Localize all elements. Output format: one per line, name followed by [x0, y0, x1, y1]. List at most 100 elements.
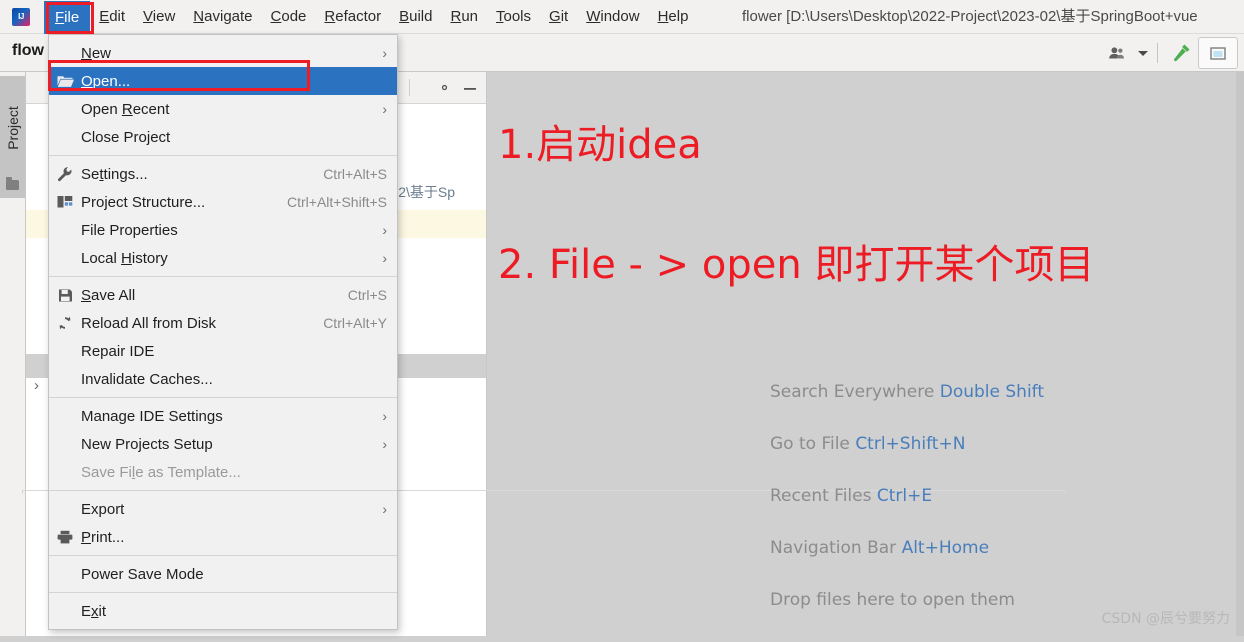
menu-item-label: New Projects Setup	[81, 435, 213, 453]
menubar-item-edit[interactable]: Edit	[90, 4, 134, 30]
toolbar-divider	[1157, 43, 1158, 63]
hint-action: Navigation Bar	[770, 538, 902, 558]
menubar-item-view[interactable]: View	[134, 4, 184, 30]
menubar-item-label: Git	[549, 8, 569, 25]
menubar-item-label: Help	[657, 8, 689, 25]
menu-item-invalidate-caches[interactable]: Invalidate Caches...	[49, 365, 397, 393]
menu-item-new-projects-setup[interactable]: New Projects Setup ›	[49, 430, 397, 458]
keyboard-hints-list: Search Everywhere Double Shift Go to File…	[770, 382, 1044, 642]
menu-item-shortcut: Ctrl+S	[347, 287, 387, 303]
wrench-icon	[49, 166, 81, 182]
hint-action: Search Everywhere	[770, 382, 940, 402]
menu-item-manage-ide-settings[interactable]: Manage IDE Settings ›	[49, 402, 397, 430]
menu-item-repair-ide[interactable]: Repair IDE	[49, 337, 397, 365]
user-account-icon[interactable]	[1101, 38, 1135, 68]
menu-item-open-recent[interactable]: Open Recent ›	[49, 95, 397, 123]
menubar-item-navigate[interactable]: Navigate	[184, 4, 261, 30]
menu-item-label: Settings...	[81, 165, 148, 183]
title-bar: File Edit View Navigate Code Refactor Build Run…	[0, 0, 1244, 34]
gear-icon[interactable]	[437, 80, 452, 95]
menu-item-file-properties[interactable]: File Properties ›	[49, 216, 397, 244]
menu-separator	[49, 592, 397, 593]
menu-separator	[49, 555, 397, 556]
menu-item-reload-all-from-disk[interactable]: Reload All from Disk Ctrl+Alt+Y	[49, 309, 397, 337]
chevron-down-icon[interactable]	[1135, 38, 1151, 68]
menubar-item-file[interactable]: File	[44, 0, 91, 34]
menu-item-label: Export	[81, 500, 125, 518]
sidebar-item-project[interactable]: Project	[0, 76, 25, 198]
menu-item-label: Invalidate Caches...	[81, 370, 213, 388]
menu-item-label: Power Save Mode	[81, 565, 204, 583]
file-dropdown-menu[interactable]: New › Open... Open Recent › Close Project Sett…	[48, 34, 398, 630]
hint-shortcut: Ctrl+E	[876, 486, 933, 506]
intellij-idea-logo-icon	[12, 8, 30, 26]
hint-action: Recent Files	[770, 486, 877, 506]
tree-expander-icon[interactable]: ›	[34, 377, 39, 394]
menubar-item-git[interactable]: Git	[540, 4, 577, 30]
hint-shortcut: Double Shift	[939, 382, 1045, 402]
project-tab-label: Project	[4, 106, 21, 150]
chevron-right-icon: ›	[382, 408, 387, 424]
hint-shortcut: Ctrl+Shift+N	[855, 434, 966, 454]
menubar-item-window[interactable]: Window	[577, 4, 648, 30]
chevron-right-icon: ›	[382, 101, 387, 117]
menubar-item-label: File	[55, 8, 80, 26]
menu-item-save-all[interactable]: Save All Ctrl+S	[49, 281, 397, 309]
hint-row: Navigation Bar Alt+Home	[770, 538, 1044, 558]
minimize-icon[interactable]	[462, 81, 478, 95]
build-hammer-icon[interactable]	[1164, 38, 1198, 68]
menu-item-shortcut: Ctrl+Alt+Y	[323, 315, 387, 331]
menu-item-label: Manage IDE Settings	[81, 407, 223, 425]
menubar-item-run[interactable]: Run	[441, 4, 487, 30]
menubar-item-label: Code	[270, 8, 307, 25]
menu-item-label: New	[81, 44, 112, 62]
menu-item-new[interactable]: New ›	[49, 39, 397, 67]
menubar-item-refactor[interactable]: Refactor	[315, 4, 390, 30]
menu-item-print[interactable]: Print...	[49, 523, 397, 551]
printer-icon	[49, 530, 81, 544]
menu-item-power-save-mode[interactable]: Power Save Mode	[49, 560, 397, 588]
menu-item-label: Local History	[81, 249, 168, 267]
annotation-step-2: 2. File - > open 即打开某个项目	[498, 242, 1095, 288]
menubar-item-label: Build	[399, 8, 433, 25]
main-menubar: File Edit View Navigate Code Refactor Build Run…	[44, 0, 697, 34]
right-scroll-gutter[interactable]	[1236, 72, 1244, 636]
menu-item-shortcut: Ctrl+Alt+Shift+S	[287, 194, 387, 210]
menubar-item-label: Refactor	[324, 8, 382, 25]
hint-row: Recent Files Ctrl+E	[770, 486, 1044, 506]
menu-item-label: Repair IDE	[81, 342, 155, 360]
hint-action: Drop files here to open them	[770, 590, 1015, 610]
menubar-item-code[interactable]: Code	[262, 4, 316, 30]
chevron-right-icon: ›	[382, 436, 387, 452]
menu-item-project-structure[interactable]: Project Structure... Ctrl+Alt+Shift+S	[49, 188, 397, 216]
menu-item-label: File Properties	[81, 221, 178, 239]
watermark: CSDN @辰兮要努力	[1101, 611, 1230, 627]
menu-item-export[interactable]: Export ›	[49, 495, 397, 523]
menubar-item-build[interactable]: Build	[390, 4, 441, 30]
window-title: flower [D:\Users\Desktop\2022-Project\20…	[742, 8, 1198, 25]
menu-item-shortcut: Ctrl+Alt+S	[323, 166, 387, 182]
navbar-project-label[interactable]: flow	[12, 42, 44, 60]
reload-icon	[49, 315, 81, 331]
menu-item-save-file-as-template: Save File as Template...	[49, 458, 397, 486]
hint-row: Go to File Ctrl+Shift+N	[770, 434, 1044, 454]
menu-item-label: Save File as Template...	[81, 463, 241, 481]
menu-item-close-project[interactable]: Close Project	[49, 123, 397, 151]
menu-item-label: Exit	[81, 602, 107, 620]
chevron-right-icon: ›	[382, 501, 387, 517]
restore-window-icon[interactable]	[1198, 37, 1238, 69]
toolbar-right-group	[1101, 34, 1238, 72]
menubar-item-tools[interactable]: Tools	[487, 4, 540, 30]
menubar-item-help[interactable]: Help	[649, 4, 698, 30]
hint-row: Drop files here to open them	[770, 590, 1044, 610]
menu-item-label: Project Structure...	[81, 193, 206, 211]
menu-item-settings[interactable]: Settings... Ctrl+Alt+S	[49, 160, 397, 188]
menubar-item-label: Run	[450, 8, 478, 25]
hint-row: Search Everywhere Double Shift	[770, 382, 1044, 402]
menu-item-open[interactable]: Open...	[49, 67, 397, 95]
menu-item-local-history[interactable]: Local History ›	[49, 244, 397, 272]
menu-item-exit[interactable]: Exit	[49, 597, 397, 625]
open-folder-icon	[49, 74, 81, 88]
chevron-right-icon: ›	[382, 45, 387, 61]
annotation-step-1: 1.启动idea	[498, 122, 702, 168]
